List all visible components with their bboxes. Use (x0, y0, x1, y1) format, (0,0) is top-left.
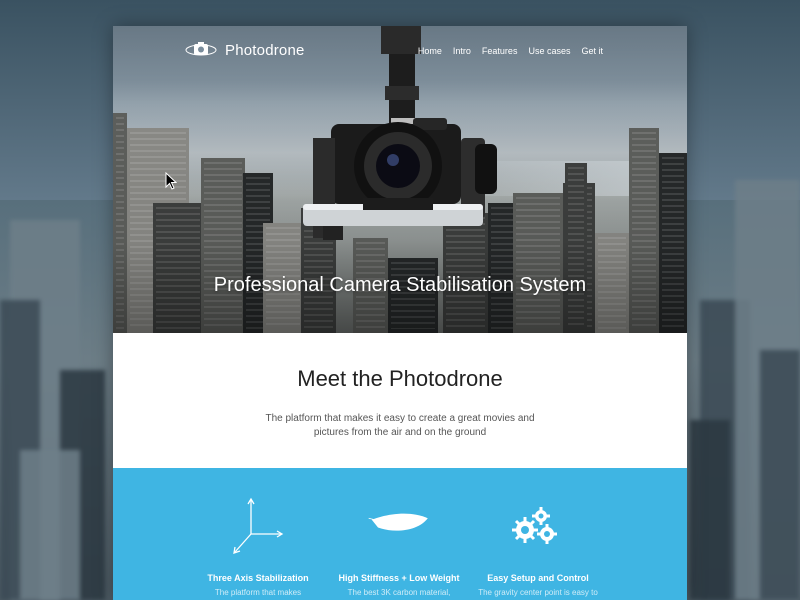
feature-title: Easy Setup and Control (487, 573, 589, 583)
feature-title: Three Axis Stabilization (207, 573, 309, 583)
feature-text: The platform that makes (214, 588, 302, 597)
camera-orbit-icon (185, 42, 217, 56)
intro-text: The platform that makes it easy to creat… (265, 413, 535, 438)
nav-item-home[interactable]: Home (418, 46, 442, 56)
feature-title: High Stiffness + Low Weight (338, 573, 460, 583)
intro-section: Meet the Photodrone The platform that ma… (113, 333, 687, 468)
nav-item-features[interactable]: Features (482, 46, 518, 56)
nav-item-intro[interactable]: Intro (453, 46, 471, 56)
nav-item-get-it[interactable]: Get it (581, 46, 603, 56)
gears-icon (512, 507, 557, 544)
feature-text: The best 3K carbon material, (347, 588, 451, 597)
brand-logo[interactable]: Photodrone (185, 38, 305, 62)
axis-icon (233, 497, 284, 554)
feature-text: The gravity center point is easy to (478, 588, 598, 597)
feather-icon (368, 513, 428, 531)
hero-section: Photodrone Home Intro Features Use cases… (113, 26, 687, 333)
mouse-cursor-icon (165, 172, 177, 190)
brand-name: Photodrone (225, 41, 305, 59)
intro-title: Meet the Photodrone (297, 366, 503, 391)
landing-page: Photodrone Home Intro Features Use cases… (113, 26, 687, 600)
camera-gimbal-image (303, 26, 497, 240)
main-nav: Home Intro Features Use cases Get it (418, 46, 603, 56)
nav-item-use-cases[interactable]: Use cases (528, 46, 570, 56)
hero-title: Professional Camera Stabilisation System (213, 274, 587, 296)
features-section: Three Axis Stabilization The platform th… (113, 468, 687, 600)
